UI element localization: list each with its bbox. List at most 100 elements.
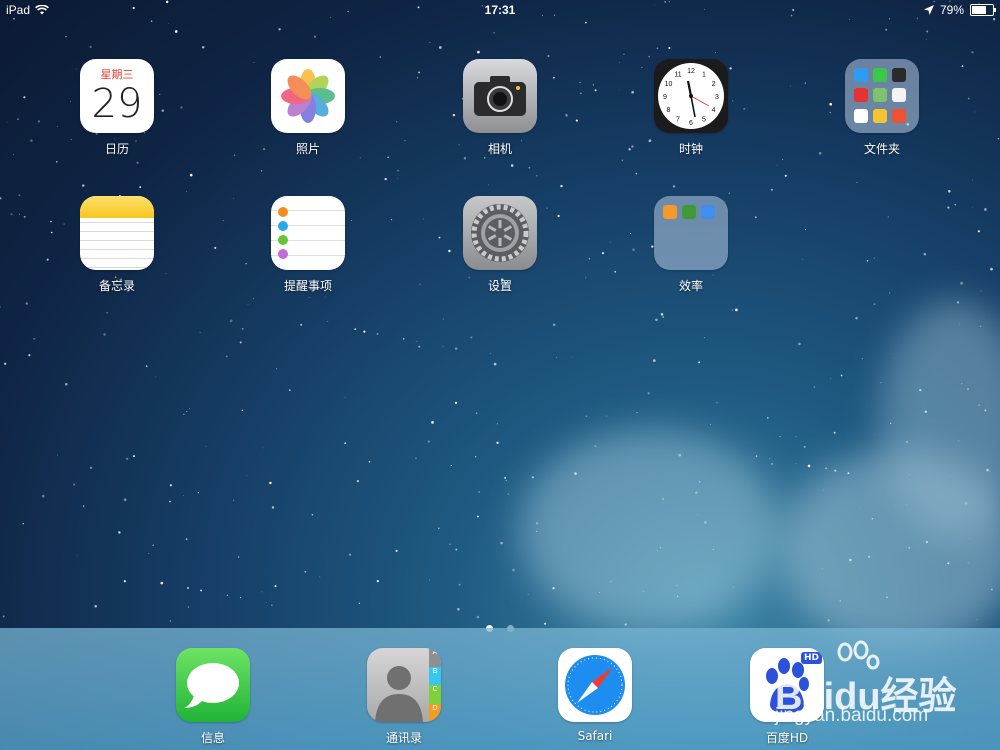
star <box>271 506 275 509</box>
star <box>22 523 24 525</box>
dock-app-baidu-hd[interactable]: HD 百度HD <box>732 648 842 746</box>
star <box>475 456 477 458</box>
star <box>186 410 188 413</box>
calendar-weekday: 星期三 <box>100 68 134 81</box>
star <box>997 137 1000 140</box>
star <box>0 306 1 308</box>
star <box>319 576 321 578</box>
star <box>214 246 217 249</box>
star <box>313 35 317 38</box>
star <box>19 213 21 215</box>
app-settings[interactable]: 设置 <box>445 196 555 294</box>
app-calendar[interactable]: 星期三 29 日历 <box>62 59 172 157</box>
reminders-icon <box>271 196 345 270</box>
star <box>356 479 360 483</box>
star <box>183 413 185 415</box>
index-tab-a: A <box>429 648 441 667</box>
clock-numeral: 9 <box>663 94 667 101</box>
photos-icon <box>271 59 345 133</box>
star <box>813 386 816 388</box>
star <box>226 594 229 596</box>
star <box>496 441 499 444</box>
star <box>960 281 963 285</box>
star <box>160 581 164 585</box>
star <box>880 382 882 384</box>
star <box>239 341 242 344</box>
app-photos[interactable]: 照片 <box>253 59 363 157</box>
star <box>779 436 781 438</box>
star <box>585 277 587 279</box>
app-reminders[interactable]: 提醒事项 <box>253 196 363 294</box>
star <box>505 479 507 482</box>
star <box>201 46 205 49</box>
star <box>422 218 424 220</box>
dock-app-messages[interactable]: 信息 <box>158 648 268 746</box>
star <box>656 47 659 50</box>
star <box>304 570 307 573</box>
star <box>123 580 126 583</box>
star <box>795 463 797 464</box>
star <box>17 118 19 121</box>
star <box>354 328 357 331</box>
app-label: 日历 <box>104 142 129 156</box>
index-tab-b: B <box>429 666 441 685</box>
star <box>948 190 951 193</box>
star <box>363 330 366 333</box>
clock-numeral: 5 <box>702 117 706 124</box>
star <box>200 589 203 592</box>
star <box>735 308 738 312</box>
star <box>557 214 560 218</box>
dock-app-safari[interactable]: Safari <box>540 648 650 743</box>
star <box>37 120 41 123</box>
star <box>41 494 45 498</box>
app-camera[interactable]: 相机 <box>445 59 555 157</box>
clock-numeral: 6 <box>689 120 693 127</box>
camera-body <box>474 76 526 116</box>
weibo-mini-icon <box>892 108 906 123</box>
star <box>152 544 154 547</box>
star <box>125 457 129 461</box>
star <box>186 586 190 590</box>
app-clock[interactable]: 12 1 2 3 4 5 6 7 8 9 10 11 时钟 <box>636 59 746 157</box>
star <box>379 56 382 58</box>
star <box>493 32 495 34</box>
star <box>73 483 76 486</box>
star <box>397 178 398 180</box>
star <box>605 415 607 417</box>
star <box>585 415 588 418</box>
star <box>187 606 189 608</box>
star <box>623 53 625 56</box>
app-notes[interactable]: 备忘录 <box>62 196 172 294</box>
star <box>150 20 153 23</box>
star <box>431 421 434 424</box>
star <box>56 454 58 456</box>
star <box>861 358 863 360</box>
star <box>496 423 498 425</box>
app-store-mini-icon <box>854 68 868 82</box>
star <box>23 96 26 99</box>
star <box>33 337 36 340</box>
star <box>755 455 758 457</box>
dock-app-contacts[interactable]: A B C D 通讯录 <box>349 648 459 746</box>
star <box>457 608 460 611</box>
baidu-paw-icon: HD <box>750 648 824 722</box>
star <box>614 270 617 273</box>
app-folder[interactable]: 文件夹 <box>827 59 937 157</box>
ibooks-mini-icon <box>854 88 868 103</box>
evernote-mini-icon <box>682 205 696 219</box>
star <box>133 455 135 458</box>
app-label: 提醒事项 <box>283 279 332 293</box>
star <box>404 139 406 142</box>
star <box>575 119 578 122</box>
app-folder-efficiency[interactable]: 效率 <box>636 196 746 294</box>
star <box>974 111 976 113</box>
star <box>825 467 827 470</box>
star <box>477 50 480 54</box>
star <box>390 219 393 221</box>
star <box>418 71 421 74</box>
star <box>784 174 787 177</box>
star <box>275 368 277 370</box>
star <box>980 290 982 292</box>
star <box>438 527 440 529</box>
music-mini-icon <box>854 108 868 123</box>
